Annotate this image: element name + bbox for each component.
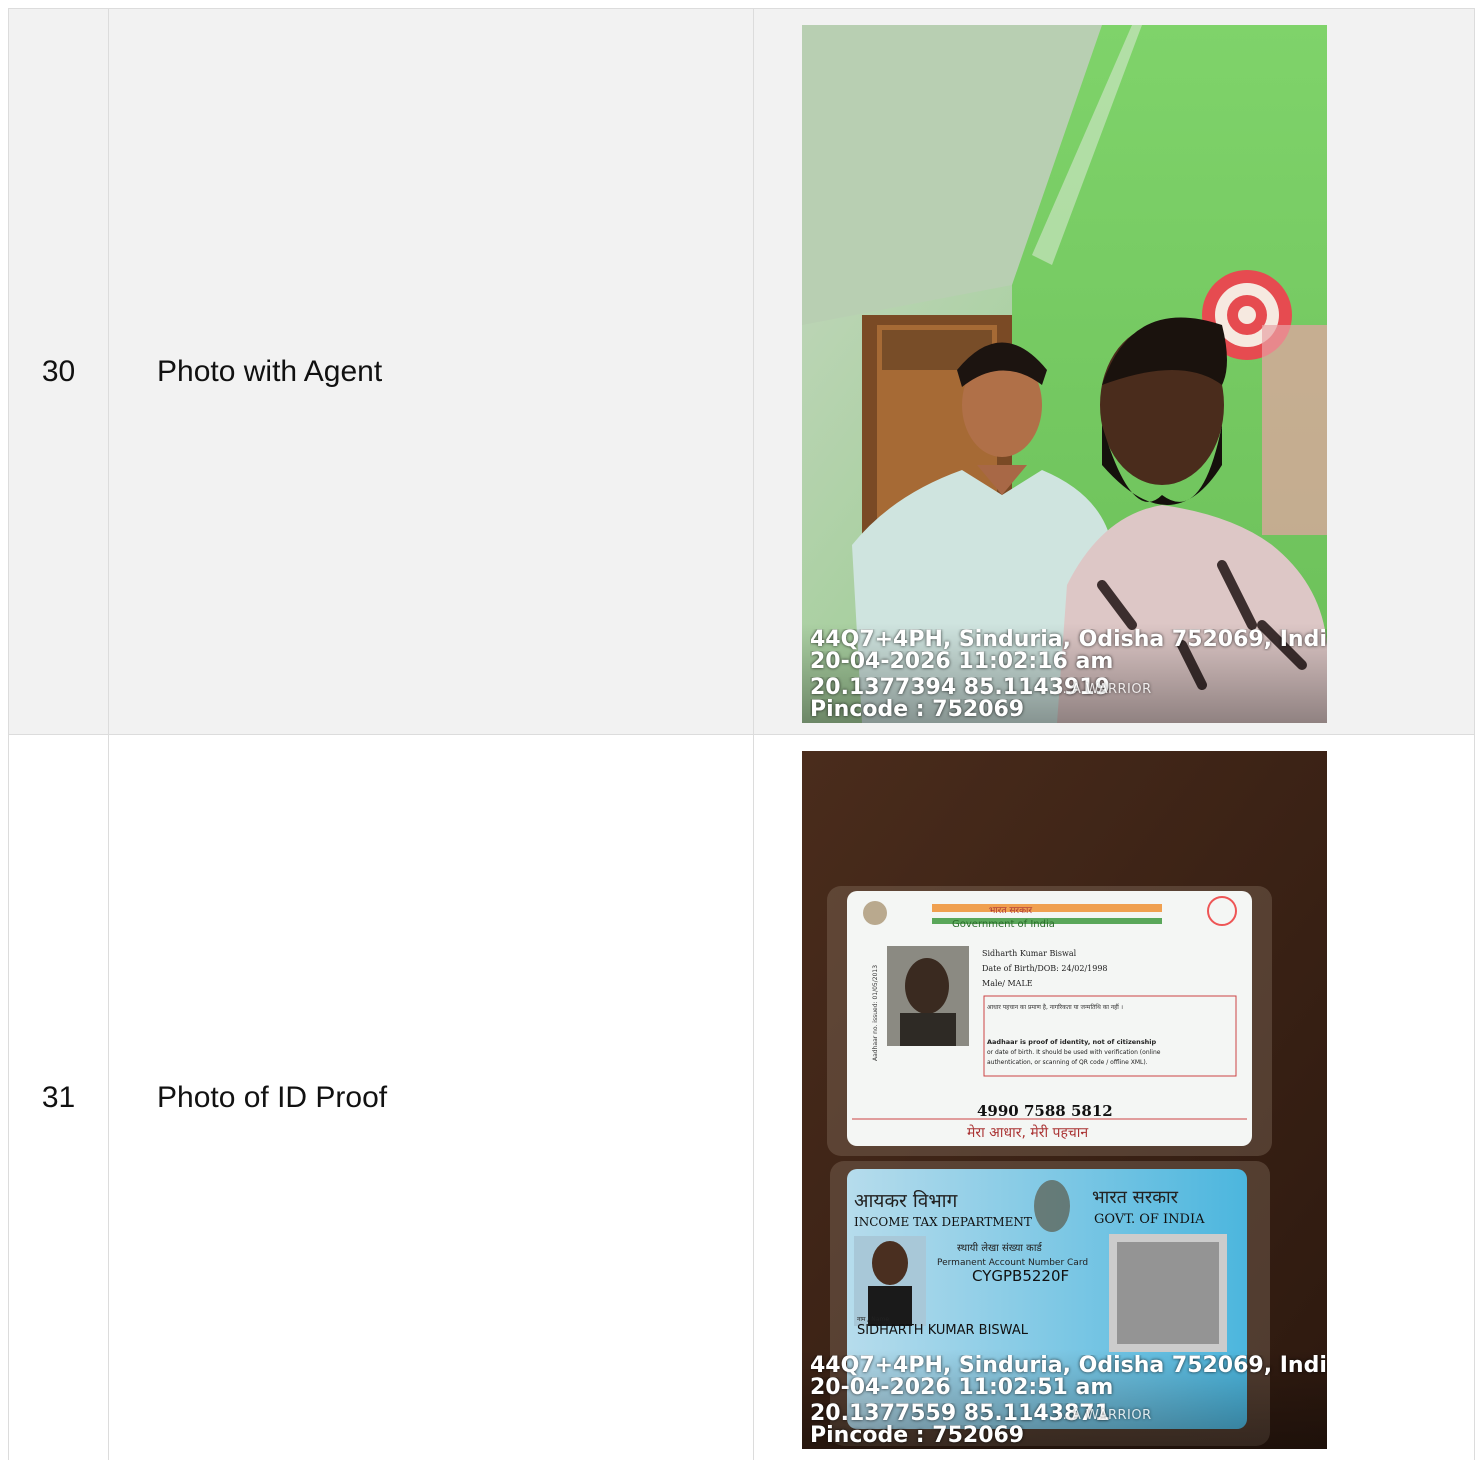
pan-gov-hi: भारत सरकार (1092, 1187, 1179, 1208)
aadhaar-tagline: मेरा आधार, मेरी पहचान (967, 1124, 1088, 1141)
geo-address: 44Q7+4PH, Sinduria, Odisha 752069, India… (810, 1355, 1327, 1377)
geo-pincode: Pincode : 752069 (810, 1425, 1025, 1447)
photo-cell: भारत सरकार Government of India Sidharth … (754, 735, 1474, 1460)
pan-card-hi: स्थायी लेखा संख्या कार्ड (957, 1242, 1043, 1254)
aadhaar-gender: Male/ MALE (982, 979, 1033, 988)
aadhaar-note-2: or date of birth. It should be used with… (987, 1049, 1161, 1056)
geo-datetime: 20-04-2026 11:02:51 am (810, 1377, 1114, 1399)
geo-pincode: Pincode : 752069 (810, 699, 1025, 721)
aadhaar-gov-en: Government of India (952, 919, 1055, 930)
row-label: Photo of ID Proof (109, 735, 754, 1460)
watermark: ...A WARRIOR (1058, 682, 1152, 697)
geo-stamp: 44Q7+4PH, Sinduria, Odisha 752069, India… (802, 1349, 1327, 1449)
aadhaar-note-3: authentication, or scanning of QR code /… (987, 1059, 1148, 1066)
aadhaar-number: 4990 7588 5812 (977, 1102, 1113, 1120)
aadhaar-name: Sidharth Kumar Biswal (982, 949, 1077, 958)
row-label: Photo with Agent (109, 9, 754, 734)
row-number: 30 (9, 9, 109, 734)
geo-datetime: 20-04-2026 11:02:16 am (810, 651, 1114, 673)
aadhaar-side: Aadhaar no. issued: 01/05/2013 (872, 965, 879, 1061)
pan-number: CYGPB5220F (972, 1267, 1069, 1285)
table-row: 30 Photo with Agent 44Q7+4PH, Sinduria, … (9, 9, 1474, 735)
geo-stamp: 44Q7+4PH, Sinduria, Odisha 752069, India… (802, 623, 1327, 723)
agent-photo[interactable]: 44Q7+4PH, Sinduria, Odisha 752069, India… (802, 25, 1327, 723)
watermark: ...A WARRIOR (1058, 1408, 1152, 1423)
photo-table: 30 Photo with Agent 44Q7+4PH, Sinduria, … (8, 8, 1475, 1460)
id-proof-photo-image: भारत सरकार Government of India Sidharth … (802, 751, 1327, 1449)
aadhaar-dob: Date of Birth/DOB: 24/02/1998 (982, 964, 1108, 973)
aadhaar-gov-hi: भारत सरकार (989, 906, 1032, 916)
pan-dept-hi: आयकर विभाग (854, 1189, 958, 1212)
aadhaar-note-1: Aadhaar is proof of identity, not of cit… (987, 1038, 1157, 1046)
geo-address: 44Q7+4PH, Sinduria, Odisha 752069, India… (810, 629, 1327, 651)
pan-gov-en: GOVT. OF INDIA (1094, 1212, 1205, 1227)
agent-photo-image (802, 25, 1327, 723)
id-proof-photo[interactable]: भारत सरकार Government of India Sidharth … (802, 751, 1327, 1449)
table-row: 31 Photo of ID Proof भारत सरकार Governme… (9, 735, 1474, 1460)
photo-cell: 44Q7+4PH, Sinduria, Odisha 752069, India… (754, 9, 1474, 734)
pan-dept-en: INCOME TAX DEPARTMENT (854, 1215, 1032, 1229)
pan-name-label: नाम / Name (857, 1316, 889, 1323)
pan-name: SIDHARTH KUMAR BISWAL (857, 1323, 1029, 1338)
row-number: 31 (9, 735, 109, 1460)
geo-coordinates: 20.1377559 85.1143871 ...A WARRIOR (810, 1403, 1327, 1425)
geo-coordinates: 20.1377394 85.1143919 ...A WARRIOR (810, 677, 1327, 699)
aadhaar-note-hi: आधार पहचान का प्रमाण है, नागरिकता या जन्… (987, 1003, 1123, 1011)
